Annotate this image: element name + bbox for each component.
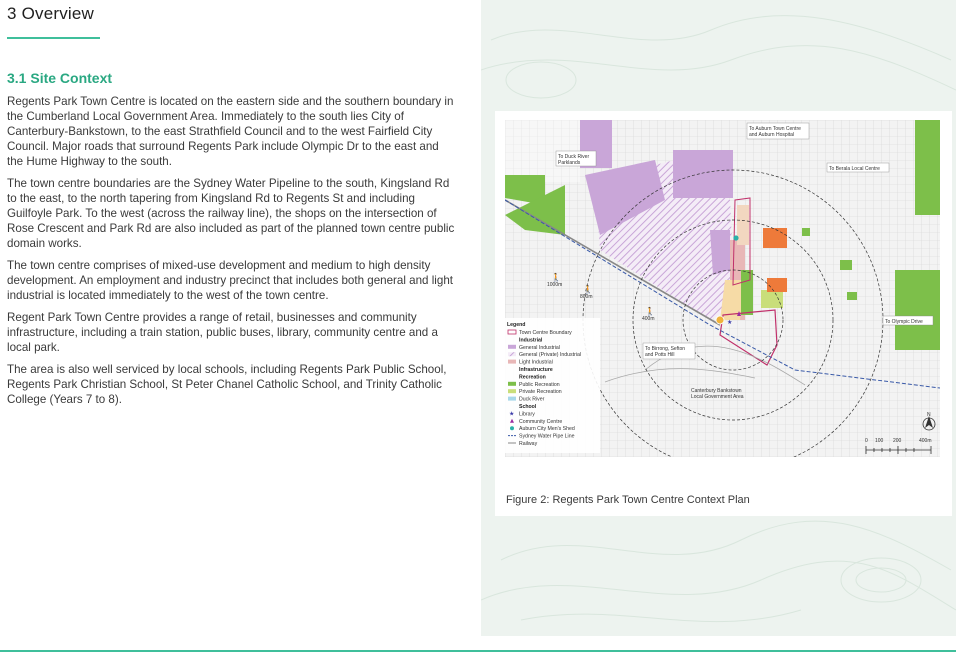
callout-olympic: To Olympic Drive bbox=[882, 315, 934, 326]
legend-swatch bbox=[510, 426, 514, 431]
section-title: 3 Overview bbox=[7, 4, 95, 23]
paragraph: The town centre boundaries are the Sydne… bbox=[7, 177, 455, 250]
map-legend: Legend Town Centre BoundaryIndustrial Gen… bbox=[505, 318, 600, 453]
legend-label: General (Private) Industrial bbox=[519, 352, 581, 358]
legend-item: ★ Library bbox=[509, 410, 535, 417]
public-recreation-area bbox=[915, 120, 940, 215]
pedestrian-icon: 🚶 bbox=[551, 272, 561, 282]
legend-swatch: ★ bbox=[509, 410, 514, 417]
callout-text: and Auburn Hospital bbox=[749, 132, 794, 138]
footer-rule bbox=[0, 650, 956, 652]
library-marker-icon: ★ bbox=[727, 319, 732, 326]
paragraph: The town centre comprises of mixed-use d… bbox=[7, 259, 453, 302]
pedestrian-icon: 🚶 bbox=[645, 306, 655, 316]
callout-text: To Olympic Drive bbox=[885, 319, 923, 325]
legend-label: Public Recreation bbox=[519, 382, 560, 388]
callout-text: Parklands bbox=[558, 160, 581, 166]
body-text: Regents Park Town Centre is located on t… bbox=[7, 94, 457, 414]
legend-item: General (Private) Industrial bbox=[508, 352, 581, 358]
legend-label: Sydney Water Pipe Line bbox=[519, 434, 575, 440]
callout-birrong: To Birrong, Sefton and Potts Hill bbox=[642, 342, 696, 360]
legend-swatch bbox=[508, 396, 516, 401]
public-recreation-area bbox=[741, 270, 753, 315]
legend-label: General Industrial bbox=[519, 345, 560, 351]
context-plan-map: ★ 🚶 🚶 🚶 To Auburn Town Centre and Auburn… bbox=[505, 120, 940, 457]
legend-item: Recreation bbox=[519, 374, 546, 380]
callout-auburn: To Auburn Town Centre and Auburn Hospita… bbox=[746, 122, 810, 140]
legend-label: Library bbox=[519, 411, 535, 417]
scale-label: 100 bbox=[875, 438, 884, 444]
legend-label: School bbox=[519, 404, 537, 410]
ring-label: 800m bbox=[580, 294, 593, 300]
general-industrial-area bbox=[673, 150, 733, 198]
legend-label: Recreation bbox=[519, 374, 546, 380]
scale-label: 400m bbox=[919, 438, 932, 444]
lga-label: Local Government Area bbox=[691, 394, 744, 400]
legend-label: Private Recreation bbox=[519, 389, 562, 395]
legend-item: Industrial bbox=[519, 337, 543, 343]
general-industrial-area bbox=[710, 230, 730, 275]
callout-berala: To Berala Local Centre bbox=[826, 162, 890, 173]
callout-text: To Berala Local Centre bbox=[829, 166, 880, 172]
north-label: N bbox=[927, 412, 931, 418]
ring-label: 400m bbox=[642, 316, 655, 322]
scale-label: 200 bbox=[893, 438, 902, 444]
public-recreation-area bbox=[895, 270, 940, 350]
legend-swatch bbox=[508, 381, 516, 386]
legend-label: Town Centre Boundary bbox=[519, 330, 572, 336]
legend-item: Infrastructure bbox=[519, 367, 553, 373]
public-recreation-area bbox=[802, 228, 810, 236]
ring-label: 1000m bbox=[547, 282, 562, 288]
public-recreation-area bbox=[840, 260, 852, 270]
paragraph: Regent Park Town Centre provides a range… bbox=[7, 311, 438, 354]
text-column: 3 Overview 3.1 Site Context Regents Park… bbox=[0, 0, 470, 640]
legend-item: Auburn City Men's Shed bbox=[510, 426, 575, 432]
station-marker-icon bbox=[715, 315, 725, 325]
public-recreation-area bbox=[847, 292, 857, 300]
legend-swatch bbox=[508, 344, 516, 349]
legend-label: Industrial bbox=[519, 337, 543, 343]
paragraph: Regents Park Town Centre is located on t… bbox=[7, 95, 454, 168]
legend-title: Legend bbox=[507, 322, 525, 328]
legend-label: Community Centre bbox=[519, 419, 562, 425]
private-recreation-area bbox=[761, 290, 783, 308]
infrastructure-area bbox=[737, 205, 749, 245]
legend-swatch bbox=[508, 352, 516, 357]
legend-label: Duck River bbox=[519, 397, 545, 403]
callout-text: and Potts Hill bbox=[645, 352, 674, 358]
school-area bbox=[767, 278, 787, 292]
figure-caption: Figure 2: Regents Park Town Centre Conte… bbox=[506, 494, 750, 506]
paragraph: The area is also well serviced by local … bbox=[7, 363, 447, 406]
legend-label: Auburn City Men's Shed bbox=[519, 426, 575, 432]
school-area bbox=[763, 228, 787, 248]
legend-label: Infrastructure bbox=[519, 367, 553, 373]
mens-shed-marker-icon bbox=[733, 235, 739, 241]
callout-duck-river: To Duck River Parklands bbox=[555, 150, 597, 167]
scale-label: 0 bbox=[865, 438, 868, 444]
legend-item: School bbox=[519, 404, 537, 410]
legend-swatch bbox=[508, 359, 516, 364]
legend-label: Railway bbox=[519, 441, 538, 447]
pedestrian-icon: 🚶 bbox=[583, 284, 593, 294]
title-underline bbox=[7, 37, 100, 39]
legend-label: Light Industrial bbox=[519, 360, 553, 366]
subsection-title: 3.1 Site Context bbox=[7, 70, 113, 86]
legend-swatch bbox=[508, 389, 516, 394]
